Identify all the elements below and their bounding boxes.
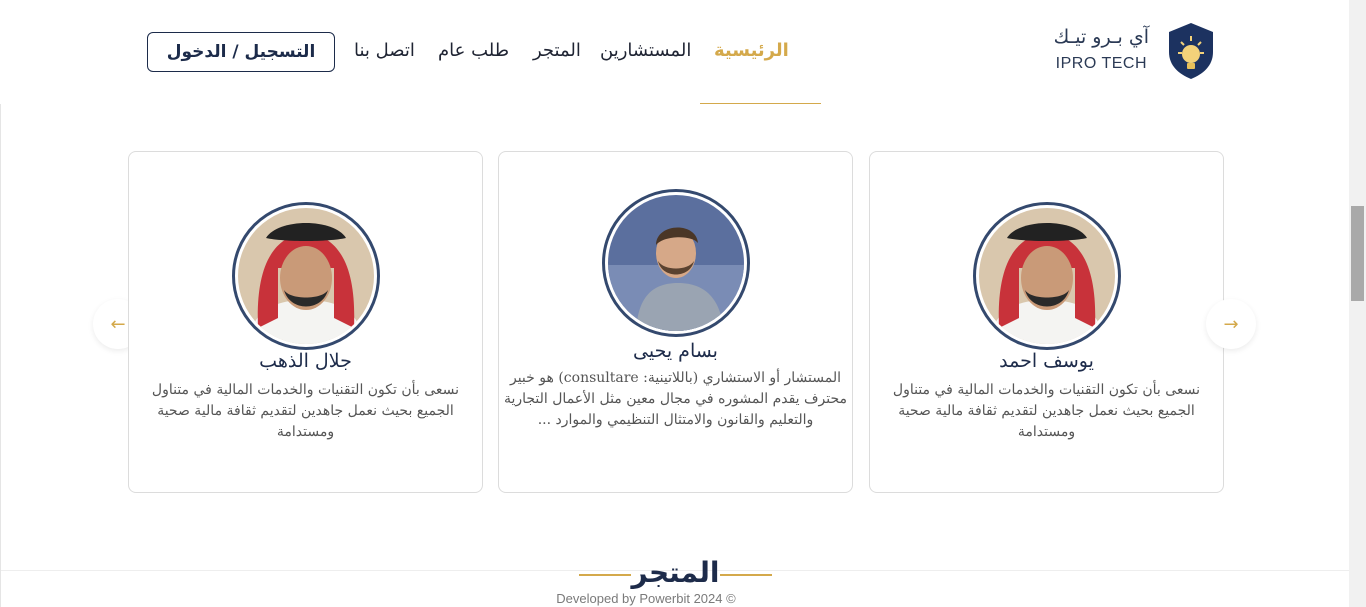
consultant-card[interactable]: جلال الذهب نسعى بأن تكون التقنيات والخدم… bbox=[128, 151, 483, 493]
consultant-card[interactable]: يوسف احمد نسعى بأن تكون التقنيات والخدما… bbox=[869, 151, 1224, 493]
page: آي بـرو تيـك IPRO TECH الرئيسية المستشار… bbox=[0, 0, 1366, 607]
avatar bbox=[232, 202, 380, 350]
consultant-name: بسام يحيى bbox=[633, 340, 718, 362]
footer-credit: Developed by Powerbit 2024 © bbox=[556, 591, 736, 606]
consultant-card[interactable]: بسام يحيى المستشار أو الاستشاري (باللاتي… bbox=[498, 151, 853, 493]
consultants-section: ← جلال الذهب نسعى بأن تكون التقنيات والخ bbox=[0, 104, 1350, 607]
consultant-photo bbox=[238, 208, 374, 344]
avatar bbox=[602, 189, 750, 337]
nav-home[interactable]: الرئيسية bbox=[714, 40, 789, 61]
nav-consultants[interactable]: المستشارين bbox=[600, 40, 691, 61]
nav-general-request[interactable]: طلب عام bbox=[438, 40, 509, 61]
avatar bbox=[973, 202, 1121, 350]
arrow-left-icon: ← bbox=[110, 313, 126, 335]
consultant-description: نسعى بأن تكون التقنيات والخدمات المالية … bbox=[151, 382, 460, 440]
consultant-photo bbox=[979, 208, 1115, 344]
brand-name-english: IPRO TECH bbox=[1055, 55, 1147, 72]
scrollbar-thumb[interactable] bbox=[1351, 206, 1364, 301]
nav-store[interactable]: المتجر bbox=[533, 40, 581, 61]
consultant-description: نسعى بأن تكون التقنيات والخدمات المالية … bbox=[892, 382, 1201, 440]
arrow-right-icon: → bbox=[1223, 313, 1239, 335]
store-section-title: المتجر bbox=[631, 556, 720, 589]
consultant-photo bbox=[608, 195, 744, 331]
nav-contact[interactable]: اتصل بنا bbox=[354, 40, 415, 61]
nav-active-underline bbox=[700, 103, 821, 104]
brand-logo-icon[interactable] bbox=[1167, 22, 1215, 80]
consultant-description: المستشار أو الاستشاري (باللاتينية: consu… bbox=[503, 370, 848, 428]
page-scrollbar[interactable] bbox=[1349, 0, 1366, 607]
login-register-button[interactable]: التسجيل / الدخول bbox=[147, 32, 335, 72]
carousel-next-button[interactable]: → bbox=[1206, 299, 1256, 349]
consultant-name: جلال الذهب bbox=[259, 350, 352, 372]
consultant-name: يوسف احمد bbox=[999, 350, 1094, 372]
brand-name-arabic: آي بـرو تيـك bbox=[1053, 26, 1149, 48]
site-header: آي بـرو تيـك IPRO TECH الرئيسية المستشار… bbox=[0, 0, 1349, 104]
